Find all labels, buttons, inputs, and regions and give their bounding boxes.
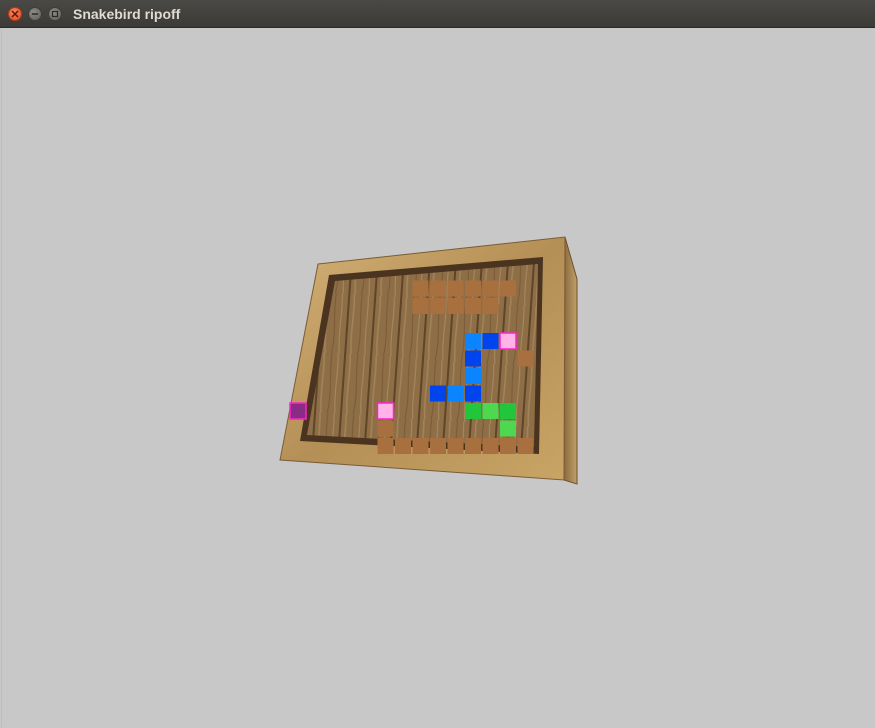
dirt-block: [430, 280, 446, 297]
dirt-block: [465, 280, 481, 297]
green-snake-segment: [500, 403, 516, 419]
blue-snake-segment: [465, 385, 481, 402]
dirt-block: [377, 438, 394, 454]
dirt-block: [430, 298, 446, 314]
blue-snake-segment: [465, 333, 481, 349]
minimize-button[interactable]: [28, 7, 42, 21]
game-scene: [279, 236, 578, 485]
fruit: [376, 402, 395, 420]
game-viewport[interactable]: [1, 29, 875, 727]
dirt-block: [430, 438, 446, 454]
crate-side: [563, 236, 578, 485]
dirt-block: [412, 438, 429, 454]
minimize-icon: [32, 13, 38, 15]
dirt-block: [517, 438, 534, 454]
exit-portal: [289, 402, 307, 420]
dirt-block: [482, 298, 499, 314]
dirt-block: [517, 350, 534, 367]
dirt-block: [500, 280, 516, 297]
dirt-block: [482, 280, 499, 297]
fruit: [499, 332, 517, 350]
green-snake-segment: [500, 420, 516, 437]
dirt-block: [447, 438, 464, 454]
dirt-block: [447, 280, 464, 297]
blue-snake-segment: [447, 385, 464, 402]
title-bar: Snakebird ripoff: [0, 0, 875, 28]
blue-snake-segment: [465, 368, 481, 384]
dirt-block: [447, 298, 464, 314]
blue-snake-segment: [430, 385, 446, 402]
blue-snake-segment: [482, 333, 499, 349]
dirt-block: [412, 280, 429, 297]
dirt-block: [500, 438, 516, 454]
dirt-block: [465, 298, 481, 314]
blue-snake-segment: [465, 350, 481, 367]
dirt-block: [412, 298, 429, 314]
maximize-icon: [51, 10, 59, 18]
close-icon: [11, 10, 19, 18]
dirt-block: [465, 438, 481, 454]
dirt-block: [377, 420, 394, 437]
window-title: Snakebird ripoff: [73, 6, 181, 22]
maximize-button[interactable]: [48, 7, 62, 21]
dirt-block: [482, 438, 499, 454]
green-snake-segment: [465, 403, 481, 419]
dirt-block: [395, 438, 411, 454]
green-snake-segment: [482, 403, 499, 419]
close-button[interactable]: [8, 7, 22, 21]
